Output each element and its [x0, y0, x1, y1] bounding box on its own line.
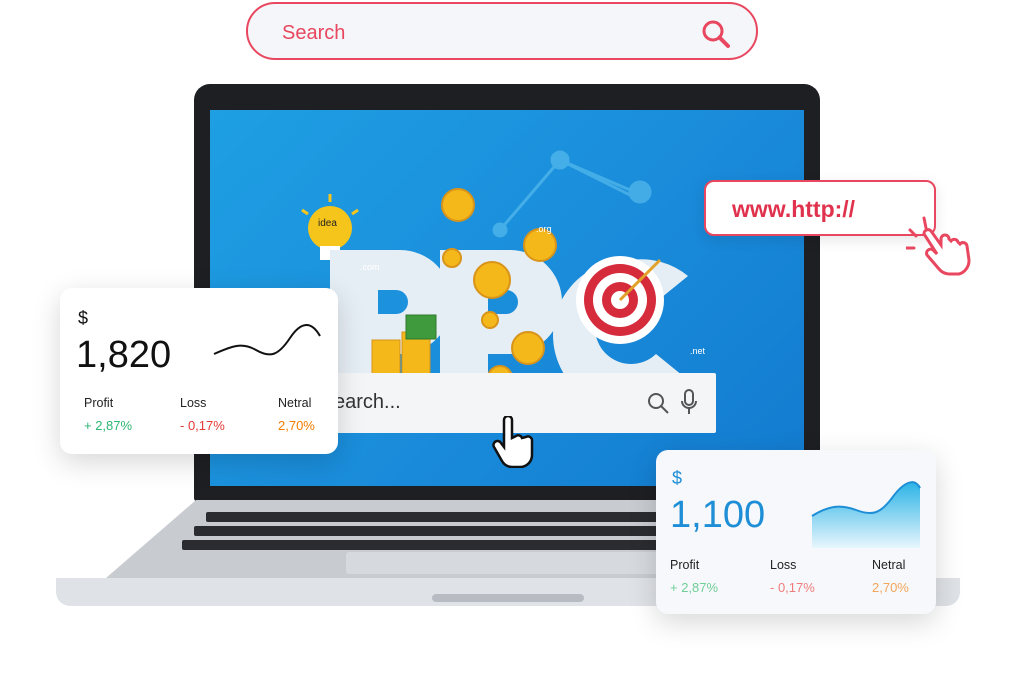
currency-symbol: $ [672, 468, 683, 488]
currency-symbol: $ [78, 308, 89, 328]
loss-value: - 0,17% [770, 580, 815, 595]
url-bubble[interactable]: www.http:// [704, 180, 936, 236]
cursor-hand-icon [492, 416, 534, 468]
amount-value: 1,100 [670, 494, 766, 536]
loss-label: Loss [180, 396, 207, 410]
top-search-bar[interactable]: Search [246, 2, 758, 60]
loss-value: - 0,17% [180, 418, 225, 433]
area-chart [811, 481, 921, 548]
search-placeholder: Search [282, 22, 346, 44]
netral-value: 2,70% [278, 418, 315, 433]
tag-org: .org [536, 224, 552, 234]
netral-label: Netral [278, 396, 312, 410]
tag-net: .net [690, 346, 706, 356]
target-icon [576, 256, 664, 344]
tag-idea: idea [318, 218, 337, 229]
stat-card-2: $ 1,100 Profit Loss Netral + 2,87% - 0,1… [656, 450, 936, 614]
stat-card-1: $ 1,820 Profit Loss Netral + 2,87% - 0,1… [60, 288, 338, 454]
sparkline-chart [213, 324, 321, 356]
tag-com: .com [360, 262, 380, 272]
search-icon[interactable] [700, 18, 732, 55]
profit-value: + 2,87% [670, 580, 719, 595]
pointer-hand-icon [906, 216, 971, 276]
profit-label: Profit [670, 558, 700, 572]
url-text: www.http:// [732, 196, 856, 222]
profit-label: Profit [84, 396, 114, 410]
amount-value: 1,820 [76, 334, 172, 376]
screen-search-text: earch... [334, 391, 401, 413]
netral-value: 2,70% [872, 580, 909, 595]
loss-label: Loss [770, 558, 797, 572]
profit-value: + 2,87% [84, 418, 133, 433]
microphone-icon[interactable] [680, 389, 698, 415]
search-icon[interactable] [646, 391, 670, 415]
netral-label: Netral [872, 558, 906, 572]
